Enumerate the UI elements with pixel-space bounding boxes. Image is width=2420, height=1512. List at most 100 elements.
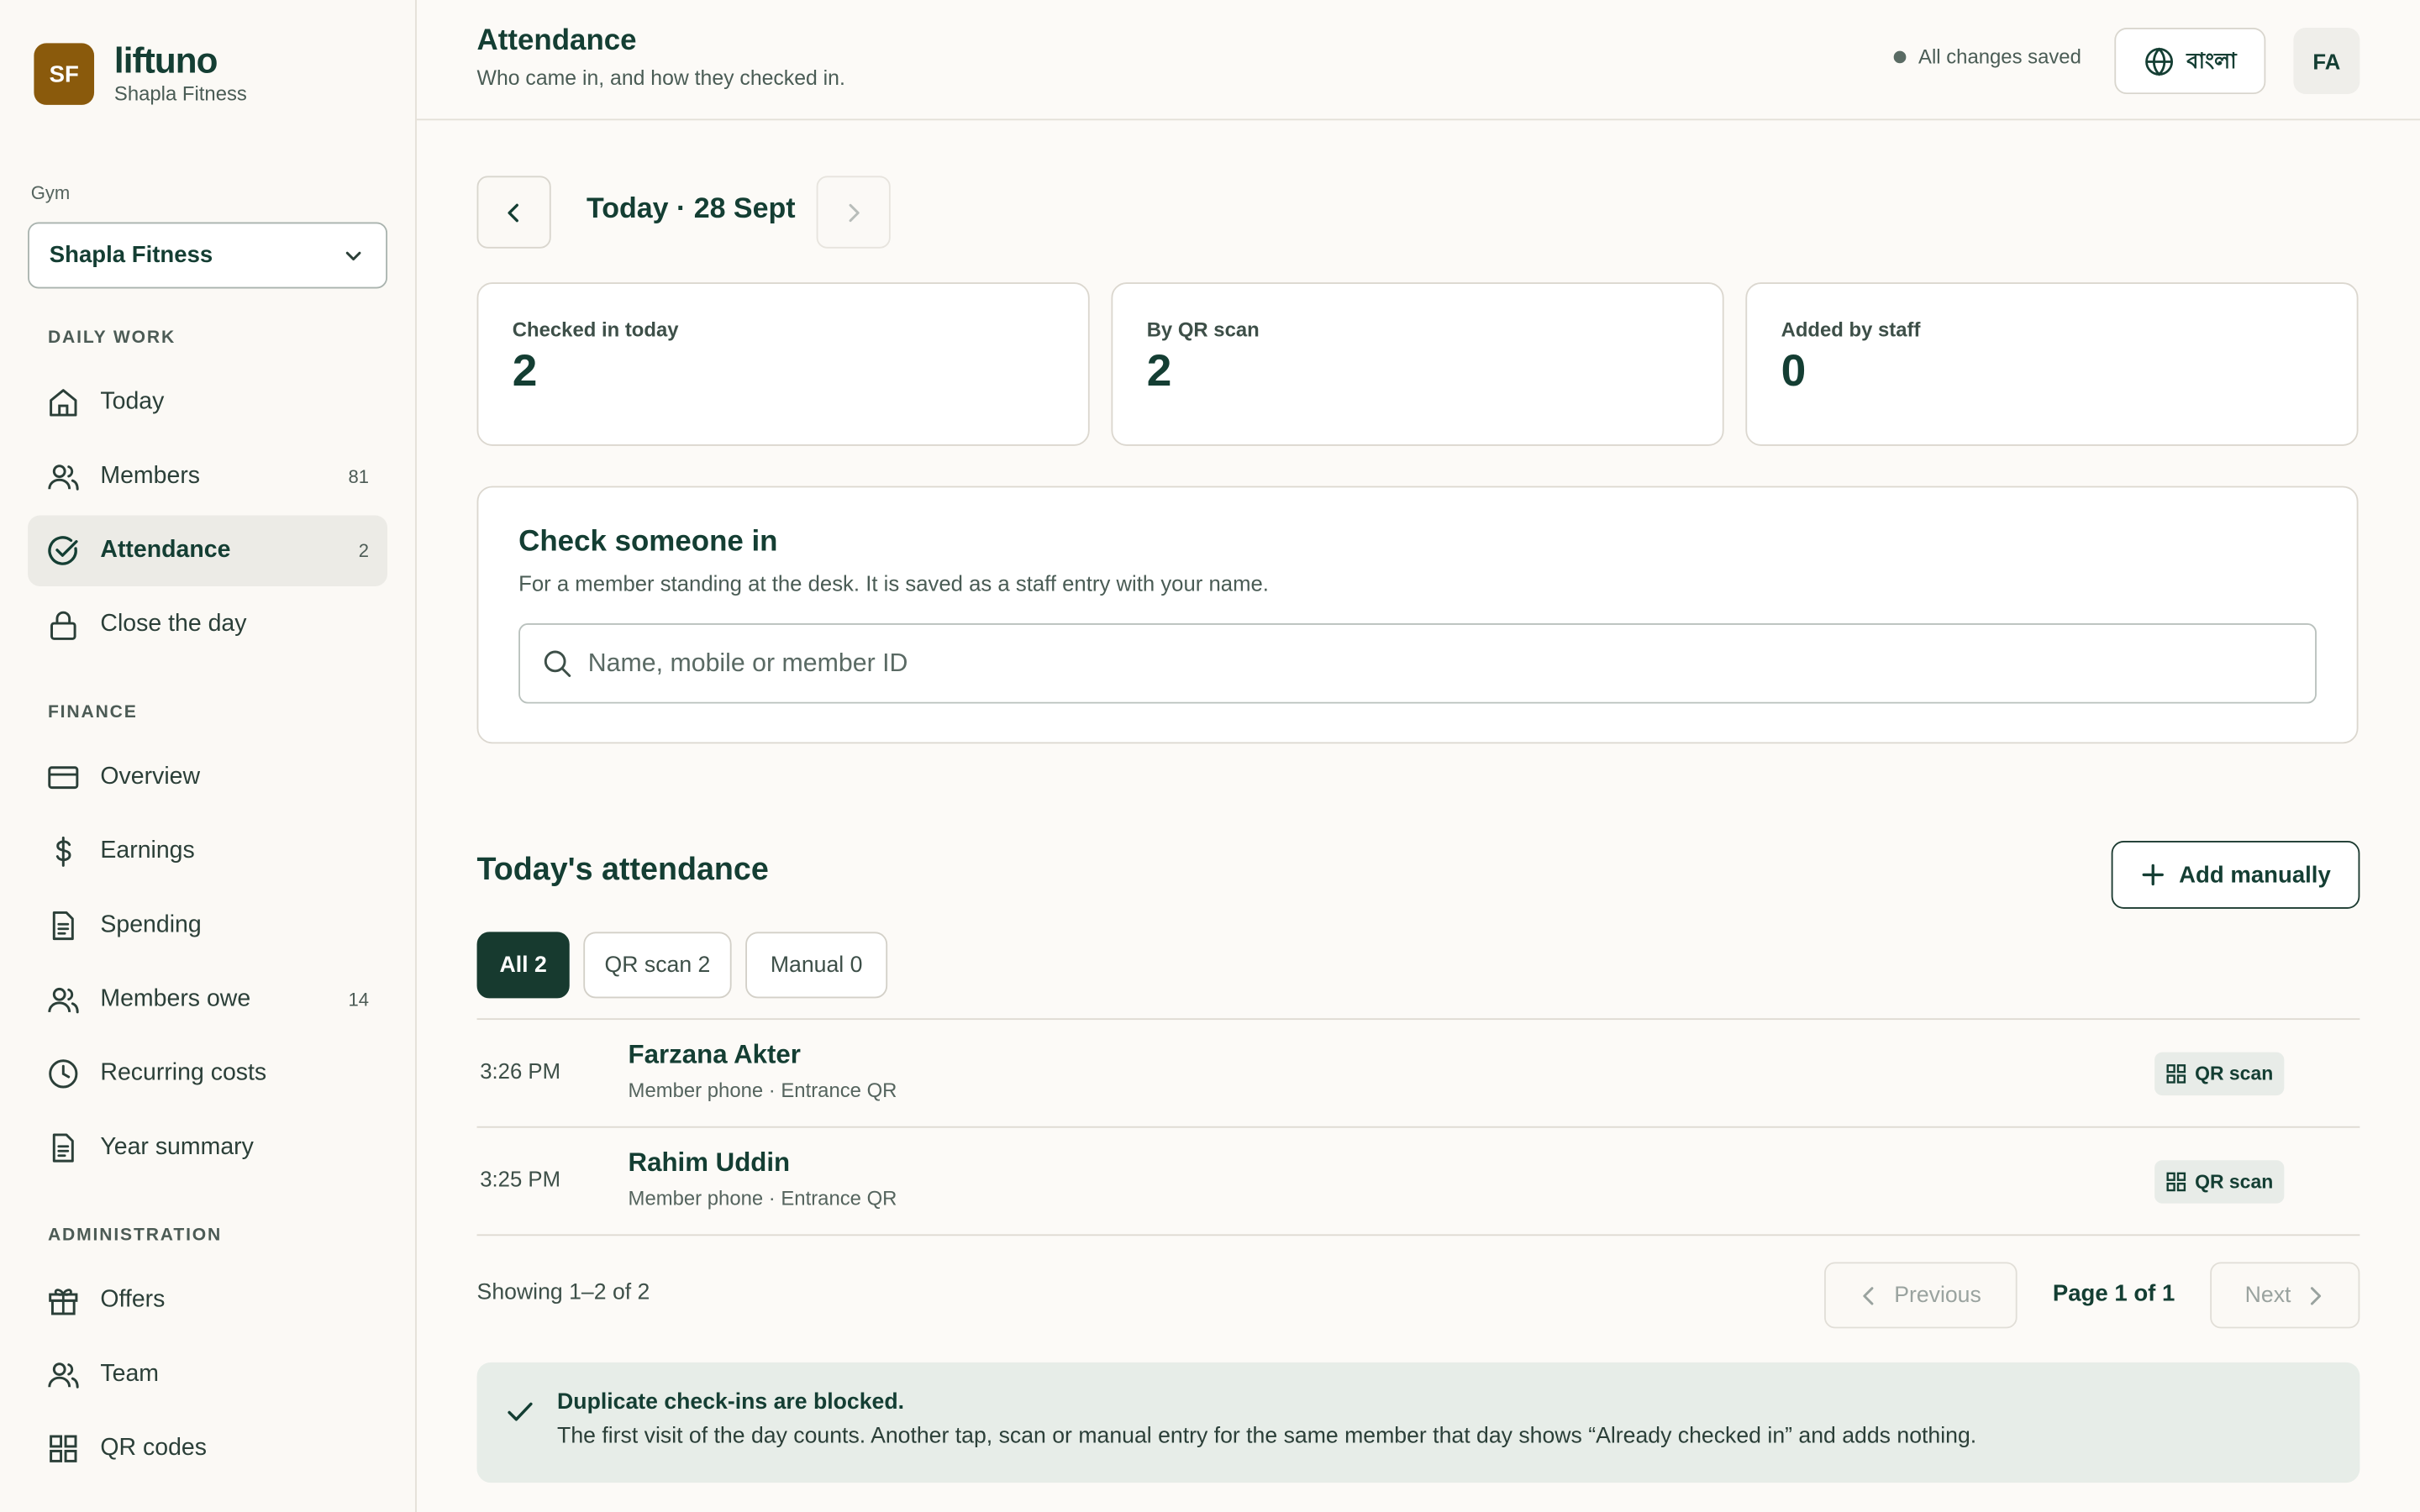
home-icon — [46, 386, 80, 419]
sidebar-item-recurring-costs[interactable]: Recurring costs — [28, 1038, 387, 1109]
filter-all[interactable]: All 2 — [476, 932, 570, 999]
save-status: All changes saved — [1893, 45, 2081, 68]
globe-icon — [2144, 46, 2173, 76]
stat-value: 2 — [1146, 347, 1172, 397]
chevron-left-icon — [1863, 1286, 1874, 1305]
sidebar-item-spending[interactable]: Spending — [28, 890, 387, 961]
sidebar-item-close-the-day[interactable]: Close the day — [28, 590, 387, 660]
attendance-row[interactable]: 3:25 PM Rahim Uddin Member phone · Entra… — [476, 1128, 2360, 1236]
qr-grid-icon — [2166, 1064, 2186, 1084]
page-title: Attendance — [476, 24, 637, 57]
next-page-label: Next — [2244, 1283, 2291, 1308]
brand-name: liftuno — [113, 39, 218, 81]
current-date: Today · 28 Sept — [586, 191, 796, 224]
dollar-icon — [46, 835, 80, 869]
check-in-time: 3:26 PM — [480, 1058, 560, 1084]
users-icon — [46, 1357, 80, 1391]
brand[interactable]: SF liftuno Shapla Fitness — [34, 39, 247, 105]
sidebar-item-label: Members owe — [100, 985, 251, 1012]
page-subtitle: Who came in, and how they checked in. — [476, 66, 845, 90]
next-page-button[interactable]: Next — [2210, 1262, 2360, 1329]
chevron-left-icon — [508, 202, 518, 222]
sidebar-item-team[interactable]: Team — [28, 1339, 387, 1410]
sidebar-item-label: Offers — [100, 1286, 166, 1314]
sidebar-item-label: Attendance — [100, 537, 231, 564]
gym-select[interactable]: Shapla Fitness — [28, 222, 388, 289]
check-in-source: Member phone · Entrance QR — [628, 1186, 897, 1210]
sidebar-item-year-summary[interactable]: Year summary — [28, 1112, 387, 1183]
page-header: Attendance Who came in, and how they che… — [416, 0, 2420, 121]
section-label-daily-work: DAILY WORK — [47, 328, 176, 348]
language-button[interactable]: বাংলা — [2114, 28, 2266, 95]
brand-gym-name: Shapla Fitness — [113, 81, 247, 105]
filter-qr-scan[interactable]: QR scan 2 — [583, 932, 732, 999]
document-icon — [46, 1131, 80, 1164]
duplicate-checkin-notice: Duplicate check-ins are blocked. The fir… — [476, 1362, 2360, 1483]
attendance-list: 3:26 PM Farzana Akter Member phone · Ent… — [476, 1018, 2360, 1236]
sidebar-item-qr-codes[interactable]: QR codes — [28, 1413, 387, 1483]
check-in-source: Member phone · Entrance QR — [628, 1078, 897, 1102]
stat-label: Checked in today — [512, 318, 679, 341]
section-label-finance: FINANCE — [47, 703, 138, 722]
previous-page-button[interactable]: Previous — [1824, 1262, 2018, 1329]
sidebar-item-attendance[interactable]: Attendance 2 — [28, 515, 388, 586]
filter-manual[interactable]: Manual 0 — [745, 932, 888, 999]
check-in-time: 3:25 PM — [480, 1166, 560, 1191]
section-label-administration: ADMINISTRATION — [47, 1226, 223, 1246]
sidebar-item-members[interactable]: Members 81 — [28, 441, 387, 512]
language-label: বাংলা — [2186, 47, 2237, 72]
sidebar-item-count: 81 — [348, 465, 369, 488]
stat-card-added-by-staff: Added by staff 0 — [1745, 282, 2359, 446]
stat-label: Added by staff — [1781, 318, 1921, 341]
gym-select-label: Gym — [30, 181, 71, 204]
card-icon — [46, 761, 80, 795]
chevron-down-icon — [345, 250, 361, 260]
check-circle-icon — [46, 534, 80, 568]
next-day-button[interactable] — [816, 176, 891, 249]
check-in-title: Check someone in — [518, 526, 778, 559]
notice-title: Duplicate check-ins are blocked. — [557, 1389, 905, 1415]
member-search-field[interactable] — [518, 623, 2317, 704]
check-icon — [508, 1402, 533, 1421]
sidebar-item-today[interactable]: Today — [28, 367, 387, 438]
attendance-row[interactable]: 3:26 PM Farzana Akter Member phone · Ent… — [476, 1020, 2360, 1128]
member-search-input[interactable] — [587, 648, 2286, 679]
sidebar-item-label: Recurring costs — [100, 1059, 267, 1087]
search-icon — [544, 650, 571, 677]
sidebar-item-label: Spending — [100, 911, 202, 938]
sidebar-item-label: Earnings — [100, 837, 195, 864]
sidebar-item-label: Year summary — [100, 1134, 254, 1161]
lock-icon — [46, 608, 80, 642]
method-badge: QR scan — [2154, 1052, 2285, 1096]
gym-avatar: SF — [34, 43, 95, 105]
sidebar-item-label: Overview — [100, 764, 201, 790]
results-count: Showing 1–2 of 2 — [476, 1280, 650, 1305]
sidebar-item-members-owe[interactable]: Members owe 14 — [28, 964, 387, 1035]
sidebar-item-label: Members — [100, 463, 201, 490]
gift-icon — [46, 1284, 80, 1317]
previous-page-label: Previous — [1894, 1283, 1981, 1308]
sidebar-item-count: 14 — [348, 989, 369, 1011]
add-manually-button[interactable]: Add manually — [2111, 841, 2360, 909]
main-content: Attendance Who came in, and how they che… — [416, 0, 2420, 1512]
sidebar-item-offers[interactable]: Offers — [28, 1265, 387, 1336]
clock-icon — [46, 1057, 80, 1090]
document-icon — [46, 909, 80, 942]
users-icon — [46, 983, 80, 1016]
qr-grid-icon — [2166, 1172, 2186, 1192]
stat-card-checked-in: Checked in today 2 — [476, 282, 1090, 446]
sidebar-item-count: 2 — [358, 539, 369, 562]
attendance-section-title: Today's attendance — [476, 851, 769, 888]
sidebar-item-label: Team — [100, 1361, 160, 1388]
user-avatar[interactable]: FA — [2293, 28, 2360, 95]
sidebar-item-overview[interactable]: Overview — [28, 742, 387, 812]
stat-label: By QR scan — [1146, 318, 1260, 341]
sidebar-item-label: Close the day — [100, 611, 247, 638]
sidebar-item-earnings[interactable]: Earnings — [28, 816, 387, 887]
method-badge: QR scan — [2154, 1160, 2285, 1204]
previous-day-button[interactable] — [476, 176, 551, 249]
users-icon — [46, 459, 80, 493]
stat-value: 2 — [512, 347, 538, 397]
check-in-card: Check someone in For a member standing a… — [476, 486, 2359, 744]
page-indicator: Page 1 of 1 — [2052, 1280, 2175, 1307]
